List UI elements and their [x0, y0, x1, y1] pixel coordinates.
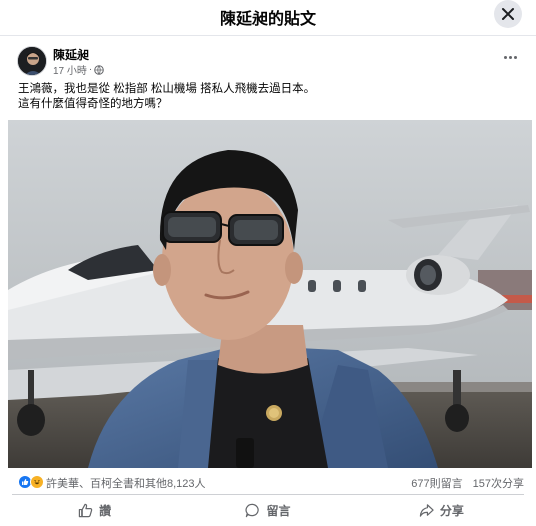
more-options-button[interactable]	[500, 49, 520, 65]
reaction-summary[interactable]: 許美華、百柯全書和其他8,123人	[46, 475, 206, 491]
like-label: 讚	[99, 503, 112, 518]
share-icon	[419, 503, 434, 517]
more-dot	[508, 55, 512, 59]
comment-label: 留言	[266, 503, 291, 518]
avatar[interactable]	[17, 46, 47, 76]
post-photo[interactable]	[8, 120, 532, 468]
more-horizontal-icon	[503, 55, 507, 59]
reaction-icons[interactable]	[18, 475, 46, 489]
like-button[interactable]: 讚	[8, 495, 181, 525]
action-bar: 讚 留言 分享	[8, 495, 528, 525]
comment-button[interactable]: 留言	[181, 495, 354, 525]
comment-icon	[245, 503, 260, 517]
post-text-line-2: 這有什麼值得奇怪的地方嗎？	[18, 98, 168, 110]
post-meta: 17 小時 ·	[53, 62, 105, 77]
share-count[interactable]: 157次分享	[473, 475, 524, 491]
avatar-image	[18, 47, 46, 75]
reactions-bar: 許美華、百柯全書和其他8,123人 677則留言 157次分享	[0, 470, 536, 494]
haha-icon	[30, 475, 44, 489]
more-dot	[513, 55, 517, 59]
meta-separator: ·	[88, 64, 93, 75]
close-icon	[502, 8, 514, 20]
dialog-title: 陳延昶的貼文	[219, 11, 316, 28]
engagement-counts: 677則留言 157次分享	[411, 475, 524, 491]
close-button[interactable]	[494, 0, 522, 28]
post-header: 陳延昶 17 小時 ·	[0, 36, 536, 82]
dialog-header: 陳延昶的貼文	[0, 0, 536, 36]
post-text-line-1: 王鴻薇，我也是從 松指部 松山機場 搭私人飛機去過日本。	[18, 83, 316, 95]
post-dialog: 陳延昶的貼文 陳延昶 17 小時 · 王鴻薇，我也是從 松指部 松山機場 搭私人…	[0, 0, 536, 526]
share-button[interactable]: 分享	[355, 495, 528, 525]
globe-icon	[94, 64, 105, 75]
author-name[interactable]: 陳延昶	[53, 46, 89, 63]
post-time[interactable]: 17 小時	[53, 62, 87, 77]
share-label: 分享	[439, 503, 464, 518]
thumbs-up-icon	[78, 503, 93, 517]
comment-count[interactable]: 677則留言	[411, 475, 462, 491]
post-text: 王鴻薇，我也是從 松指部 松山機場 搭私人飛機去過日本。 這有什麼值得奇怪的地方…	[18, 82, 518, 112]
selfie-photo	[8, 120, 532, 468]
